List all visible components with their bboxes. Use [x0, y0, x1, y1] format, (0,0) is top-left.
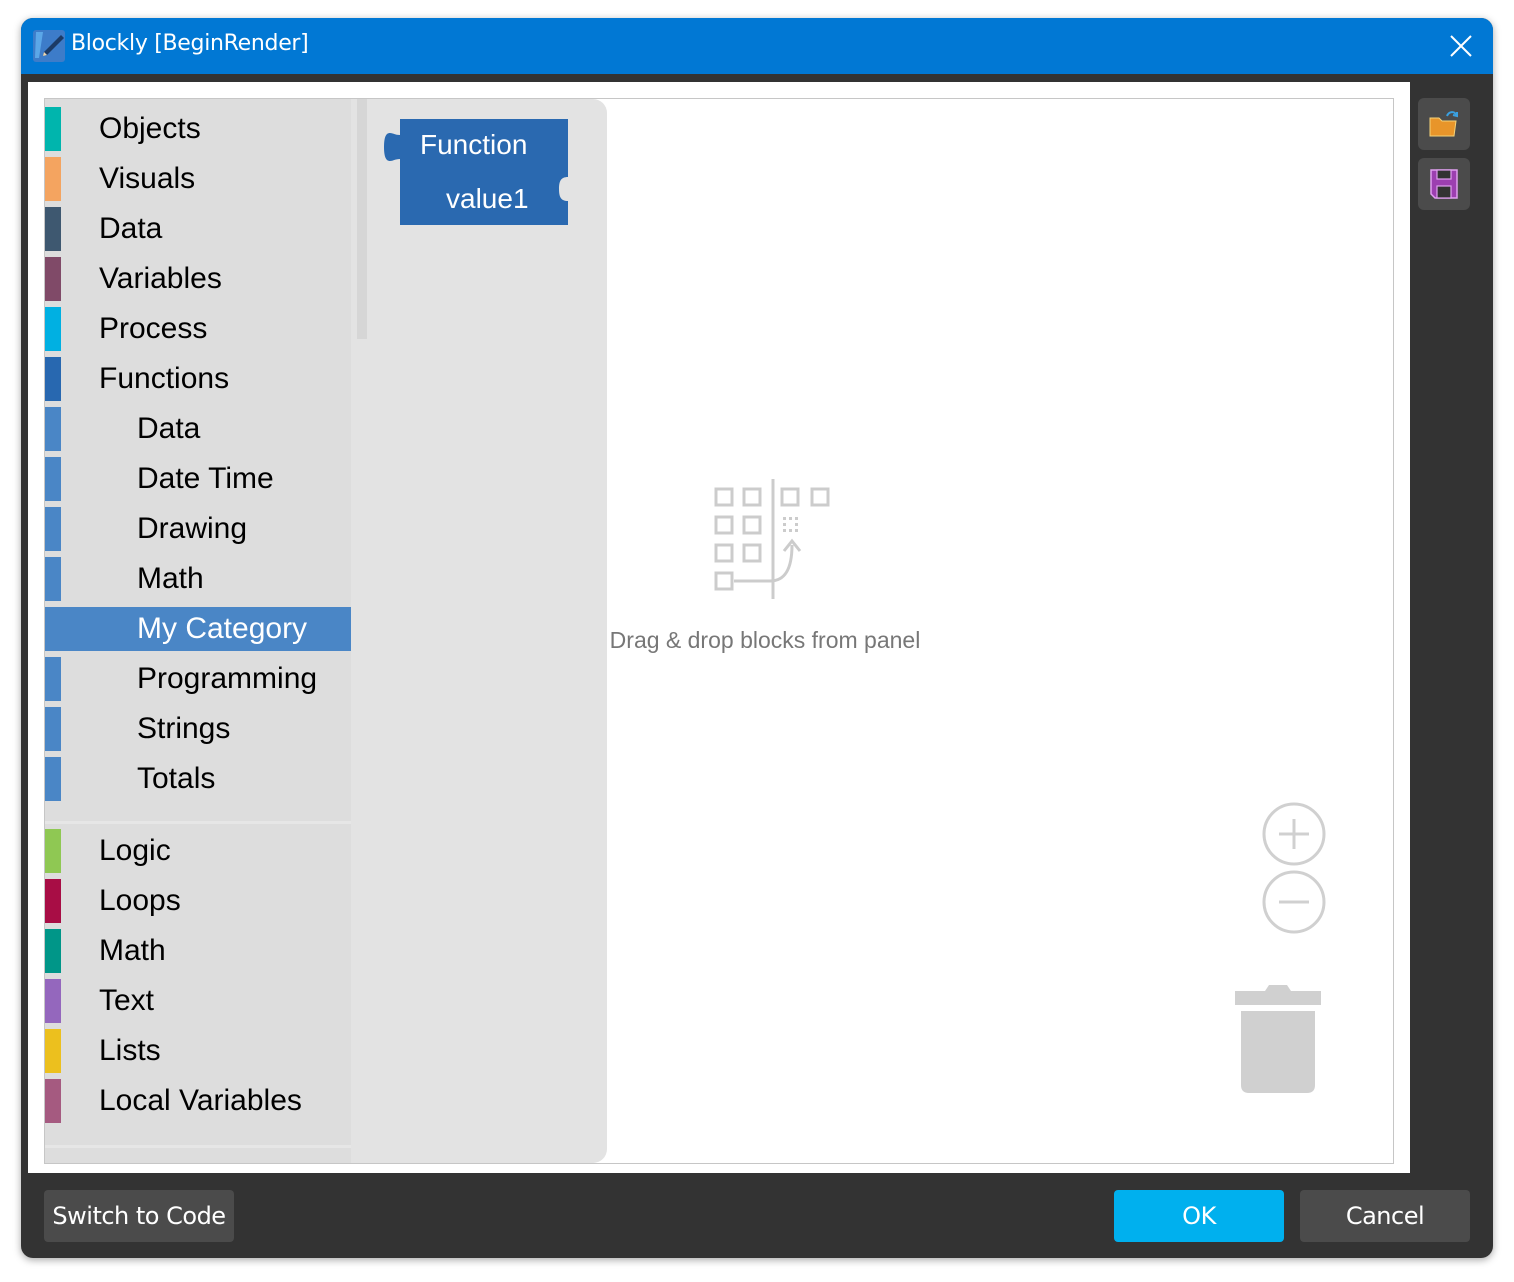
toolbox: Objects Visuals Data Variables Process Functi… [45, 99, 351, 1163]
category-color-swatch [45, 507, 61, 551]
category-color-swatch [45, 829, 61, 873]
category-label: Data [137, 412, 201, 445]
zoom-out-button[interactable] [1261, 869, 1327, 935]
category-label: Programming [137, 662, 318, 695]
toolbox-category-math[interactable]: Math [45, 929, 351, 973]
category-label: Loops [99, 884, 181, 917]
open-folder-icon [1429, 111, 1458, 137]
close-button[interactable] [1429, 18, 1493, 74]
function-block[interactable]: Function value1 [383, 119, 573, 234]
zoom-out-icon [1262, 870, 1326, 934]
category-label: Totals [137, 762, 216, 795]
block-title: Function [420, 129, 528, 160]
category-label: Process [99, 312, 208, 345]
category-color-swatch [45, 157, 61, 201]
category-label: Visuals [99, 162, 196, 195]
category-label: Functions [99, 362, 230, 395]
category-color-swatch [45, 1079, 61, 1123]
toolbox-category-totals-sub[interactable]: Totals [45, 757, 351, 801]
category-label: Date Time [137, 462, 274, 495]
category-label: Math [99, 934, 166, 967]
category-label: Objects [99, 112, 201, 145]
empty-workspace-hint: Drag & drop blocks from panel [585, 479, 945, 654]
category-label: Variables [99, 262, 222, 295]
toolbox-separator [45, 821, 351, 824]
flyout-panel: Function value1 [351, 99, 607, 1163]
category-label: Math [137, 562, 204, 595]
category-color-swatch [45, 707, 61, 751]
ok-button[interactable]: OK [1114, 1190, 1284, 1242]
category-color-swatch [45, 407, 61, 451]
toolbox-category-drawing-sub[interactable]: Drawing [45, 507, 351, 551]
block-input-label: value1 [446, 183, 529, 214]
category-label: Drawing [137, 512, 248, 545]
category-color-swatch [45, 929, 61, 973]
category-label: My Category [137, 612, 308, 645]
toolbox-category-loops[interactable]: Loops [45, 879, 351, 923]
empty-hint-text: Drag & drop blocks from panel [609, 627, 921, 653]
category-label: Logic [99, 834, 171, 867]
category-label: Text [99, 984, 155, 1017]
category-color-swatch [45, 657, 61, 701]
category-label: Local Variables [99, 1084, 302, 1117]
category-color-swatch [45, 307, 61, 351]
toolbox-separator [45, 1145, 351, 1148]
toolbox-category-data[interactable]: Data [45, 207, 351, 251]
drag-drop-icon [714, 479, 830, 599]
toolbox-category-variables[interactable]: Variables [45, 257, 351, 301]
toolbox-category-logic[interactable]: Logic [45, 829, 351, 873]
toolbox-category-data-sub[interactable]: Data [45, 407, 351, 451]
trash-icon [1235, 985, 1321, 1093]
category-color-swatch [45, 1029, 61, 1073]
open-file-button[interactable] [1418, 98, 1470, 150]
toolbox-category-date-time-sub[interactable]: Date Time [45, 457, 351, 501]
flyout-scrollbar[interactable] [357, 99, 367, 339]
toolbox-category-functions[interactable]: Functions [45, 357, 351, 401]
title-bar: Blockly [BeginRender] [21, 18, 1493, 74]
category-label: Data [99, 212, 163, 245]
category-color-swatch [45, 757, 61, 801]
zoom-in-button[interactable] [1261, 801, 1327, 867]
blockly-dialog: Blockly [BeginRender] Objects Visuals Data… [21, 18, 1493, 1258]
cancel-button[interactable]: Cancel [1300, 1190, 1470, 1242]
zoom-in-icon [1262, 802, 1326, 866]
save-floppy-icon [1430, 169, 1458, 199]
trash-can[interactable] [1235, 985, 1321, 1100]
toolbox-category-text[interactable]: Text [45, 979, 351, 1023]
category-label: Lists [99, 1034, 161, 1067]
toolbox-category-my-category-sub[interactable]: My Category [45, 607, 351, 651]
toolbox-category-strings-sub[interactable]: Strings [45, 707, 351, 751]
toolbox-category-objects[interactable]: Objects [45, 107, 351, 151]
toolbox-category-math-sub[interactable]: Math [45, 557, 351, 601]
toolbox-category-programming-sub[interactable]: Programming [45, 657, 351, 701]
toolbox-category-process[interactable]: Process [45, 307, 351, 351]
category-color-swatch [45, 207, 61, 251]
save-file-button[interactable] [1418, 158, 1470, 210]
toolbox-category-local-variables[interactable]: Local Variables [45, 1079, 351, 1123]
content-area: Objects Visuals Data Variables Process Functi… [28, 82, 1410, 1173]
category-color-swatch [45, 107, 61, 151]
toolbox-category-lists[interactable]: Lists [45, 1029, 351, 1073]
toolbox-category-visuals[interactable]: Visuals [45, 157, 351, 201]
app-pencil-icon [33, 30, 65, 62]
category-color-swatch [45, 879, 61, 923]
category-color-swatch [45, 457, 61, 501]
blockly-workspace[interactable]: Objects Visuals Data Variables Process Functi… [44, 98, 1394, 1164]
switch-to-code-button[interactable]: Switch to Code [44, 1190, 234, 1242]
category-color-swatch [45, 979, 61, 1023]
category-color-swatch [45, 257, 61, 301]
close-icon [1450, 35, 1472, 57]
category-label: Strings [137, 712, 231, 745]
category-color-swatch [45, 357, 61, 401]
category-color-swatch [45, 557, 61, 601]
window-title: Blockly [BeginRender] [71, 31, 309, 56]
